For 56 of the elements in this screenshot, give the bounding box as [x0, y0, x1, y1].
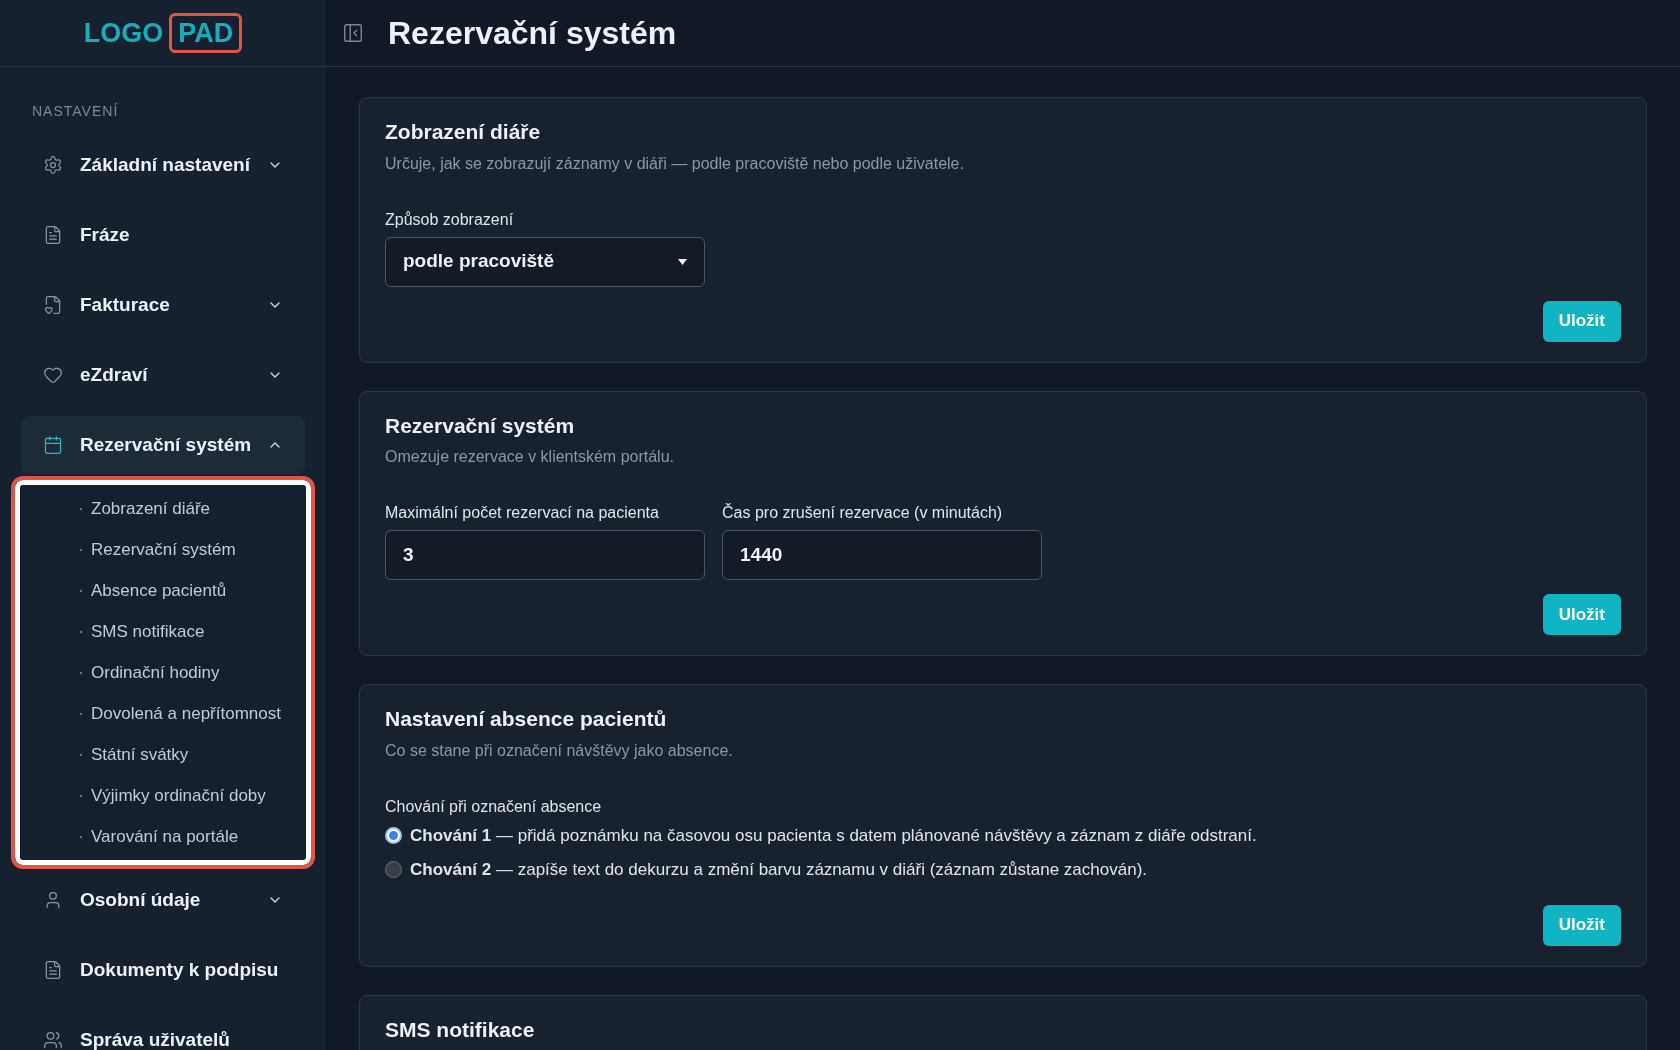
- submenu-item[interactable]: Zobrazení diáře: [91, 495, 211, 522]
- card-description: Co se stane při označení návštěvy jako absence.: [385, 740, 734, 761]
- logo-text: LOGO: [83, 16, 164, 50]
- input-field[interactable]: 3: [385, 530, 705, 580]
- document-icon: [43, 960, 63, 980]
- field-label: Způsob zobrazení: [385, 209, 515, 230]
- sidebar-label: Dokumenty k podpisu: [80, 957, 279, 982]
- submenu-item[interactable]: SMS notifikace: [91, 618, 205, 645]
- submenu-item[interactable]: Rezervační systém: [91, 536, 236, 563]
- sidebar-item[interactable]: Základní nastavení: [21, 136, 305, 194]
- sidebar-item[interactable]: Osobní údaje: [21, 871, 305, 929]
- section-title: NASTAVENÍ: [32, 102, 120, 121]
- collapse-sidebar-icon[interactable]: [342, 22, 364, 44]
- submenu-item[interactable]: Varování na portále: [91, 823, 239, 850]
- radio-label: Chování 1 — přidá poznámku na časovou osu pacienta s datem plánované návštěvy a záznam z diáře odstraní.: [410, 824, 1257, 847]
- field-label: Chování při označení absence: [385, 796, 603, 817]
- users-icon: [43, 1030, 63, 1050]
- sidebar-label: Rezervační systém: [80, 432, 252, 457]
- sidebar-item[interactable]: Správa uživatelů: [21, 1011, 305, 1050]
- sidebar-item[interactable]: eZdraví: [21, 346, 305, 404]
- card-title: Zobrazení diáře: [385, 119, 542, 145]
- document-heart-icon: [43, 295, 63, 315]
- document-icon: [43, 225, 63, 245]
- sidebar-label: Osobní údaje: [80, 887, 201, 912]
- card-title: Rezervační systém: [385, 412, 576, 439]
- radio-button[interactable]: [385, 861, 402, 878]
- heart-icon: [43, 365, 63, 385]
- field-label: Čas pro zrušení rezervace (v minutách): [722, 502, 1004, 523]
- sidebar-item[interactable]: Dokumenty k podpisu: [21, 941, 305, 999]
- sidebar-label: eZdraví: [80, 362, 148, 387]
- submenu-item[interactable]: Státní svátky: [91, 741, 189, 768]
- select-field[interactable]: podle pracoviště: [385, 236, 705, 287]
- sidebar-label: Základní nastavení: [80, 152, 250, 177]
- sidebar-label: Správa uživatelů: [80, 1027, 230, 1050]
- submenu-item[interactable]: Absence pacientů: [91, 577, 227, 604]
- calendar-icon: [43, 435, 63, 455]
- sidebar-item[interactable]: Fakturace: [21, 276, 305, 334]
- page-title: Rezervační systém: [388, 14, 677, 53]
- sidebar-label: Fakturace: [80, 292, 170, 317]
- card-description: Určuje, jak se zobrazují záznamy v diáři — podle pracoviště nebo podle uživatele.: [385, 153, 965, 174]
- dropdown-caret-icon: [678, 258, 687, 265]
- sidebar-label: Fráze: [80, 222, 130, 247]
- card-title: Nastavení absence pacientů: [385, 706, 668, 732]
- submenu-item[interactable]: Výjimky ordinační doby: [91, 782, 266, 809]
- sidebar-item[interactable]: Fráze: [21, 206, 305, 264]
- field-label: Maximální počet rezervací na pacienta: [385, 503, 660, 523]
- submenu-item[interactable]: Dovolená a nepřítomnost: [91, 700, 281, 727]
- card-title: SMS notifikace: [385, 1016, 536, 1043]
- logo-highlight-text: PAD: [169, 13, 243, 53]
- radio-label: Chování 2 — zapíše text do dekurzu a změní barvu záznamu v diáři (záznam zůstane zachován).: [410, 858, 1147, 881]
- submenu-item[interactable]: Ordinační hodiny: [91, 659, 220, 686]
- card-description: Omezuje rezervace v klientském portálu.: [385, 447, 675, 467]
- radio-button[interactable]: [385, 827, 402, 844]
- input-field[interactable]: 1440: [722, 530, 1042, 580]
- sidebar-item[interactable]: Rezervační systém: [21, 416, 305, 474]
- gear-icon: [43, 155, 63, 175]
